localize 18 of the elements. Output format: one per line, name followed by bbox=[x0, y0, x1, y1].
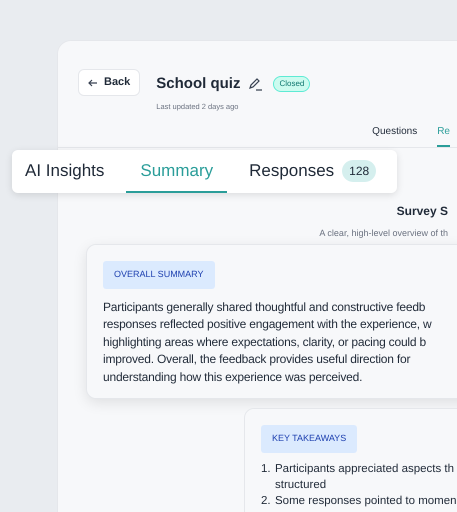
summary-tag: OVERALL SUMMARY bbox=[103, 261, 215, 288]
takeaway-text: Participants appreciated aspects th structured bbox=[275, 462, 454, 492]
summary-paragraph: Participants generally shared thoughtful and constructive feedb responses reflected positive engagement with the experience, w highlighting areas where expectations, clarity, or pacing could b improved. Overall, the feedback provides useful direction for understanding how this experience was perceived. bbox=[103, 298, 433, 386]
back-button[interactable]: Back bbox=[78, 69, 140, 96]
status-badge: Closed bbox=[273, 76, 310, 92]
survey-title: School quiz bbox=[156, 74, 240, 94]
insights-tab[interactable]: AI Insights bbox=[25, 150, 104, 193]
takeaways-tag: KEY TAKEAWAYS bbox=[261, 425, 358, 452]
section-title: Survey S bbox=[396, 202, 448, 220]
count-badge: 128 bbox=[342, 160, 376, 182]
list-number: 1. bbox=[261, 462, 271, 476]
takeaway-text: Some responses pointed to momen bbox=[275, 494, 457, 508]
page-tab[interactable]: Questions bbox=[372, 124, 418, 147]
arrow-left-icon bbox=[88, 78, 98, 86]
pencil-icon[interactable] bbox=[248, 77, 264, 92]
insights-tab[interactable]: Responses 128 bbox=[249, 150, 376, 193]
section-subtitle: A clear, high-level overview of th bbox=[319, 226, 448, 240]
list-number: 2. bbox=[261, 494, 271, 508]
